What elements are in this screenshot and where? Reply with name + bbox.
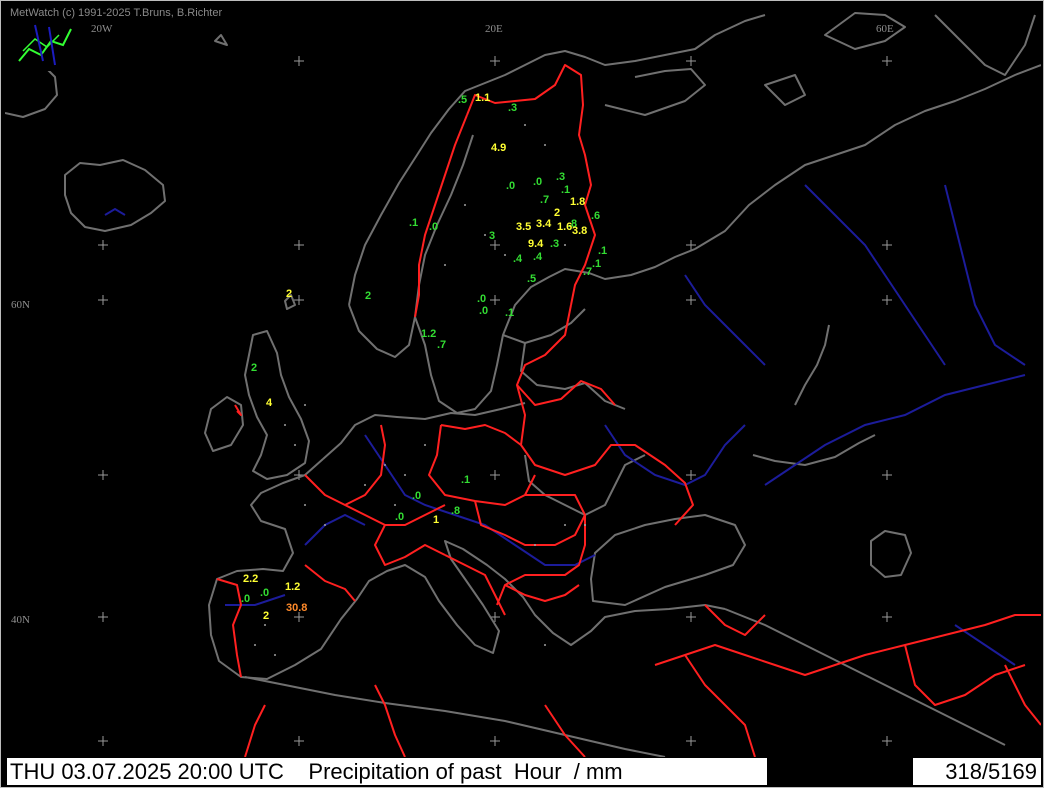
grid-label-60n: 60N [11,299,30,311]
precip-value: 9.4 [528,238,544,250]
grid-label-20e: 20E [485,23,503,35]
precip-value: 2 [251,362,257,374]
precip-value: 3.4 [536,218,552,230]
precip-value: .0 [479,305,488,317]
precip-value: 1.2 [285,581,300,593]
grid-label-60e: 60E [876,23,894,35]
status-gap [767,758,909,785]
precip-value: .3 [550,238,559,250]
precip-value: 1.1 [475,92,490,104]
precip-value: 3.5 [516,221,531,233]
precip-value: .7 [437,339,446,351]
precip-value: .0 [429,221,438,233]
precip-value: .1 [598,245,607,257]
precip-value: .4 [513,253,523,265]
precip-value: .5 [458,94,467,106]
grid-label-40n: 40N [11,614,30,626]
precip-value: 1.6 [557,221,572,233]
precip-value: 2 [263,610,269,622]
precip-value: .0 [477,293,486,305]
status-bar: THU 03.07.2025 20:00 UTC Precipitation o… [5,758,1041,786]
status-main: THU 03.07.2025 20:00 UTC Precipitation o… [7,758,768,785]
precip-value: .1 [505,307,514,319]
precip-value: 2 [365,290,371,302]
precip-value: 30.8 [286,602,307,614]
precip-value: 1.2 [421,328,436,340]
precip-value: 1 [433,514,439,526]
precip-value: .0 [412,490,421,502]
precip-value: .0 [506,180,515,192]
precip-value: .8 [451,505,460,517]
country-borders [216,64,1041,757]
precip-value: .0 [260,587,269,599]
precip-value: .3 [508,102,517,114]
coastlines [5,12,1041,757]
precip-value: .0 [533,176,542,188]
precip-value: 2.2 [243,573,258,585]
status-counter: 318/5169 [913,758,1041,785]
precip-value: .4 [533,251,543,263]
precip-value: .1 [561,184,570,196]
precip-value: .0 [395,511,404,523]
precip-value: .1 [409,217,418,229]
precip-value: .7 [540,194,549,206]
station-dots [254,124,586,656]
status-datetime: THU 03.07.2025 20:00 UTC [10,759,284,784]
grid-label-20w: 20W [91,23,113,35]
precip-value: 3.8 [572,225,587,237]
precip-value: .1 [461,474,470,486]
precip-value: .3 [556,171,565,183]
precip-value: .6 [591,210,600,222]
precipitation-map[interactable]: 20W 20E 60E 60N 40N .5 1.1.34.9.0 .0 .3.… [5,5,1041,757]
metwatch-logo [15,21,72,71]
observation-values: .5 1.1.34.9.0.0.3.7.11.82.6.8.1.0 3.5 3.4 1.… [241,92,607,622]
precip-value: 3 [489,230,495,242]
precip-value: .7 [583,266,592,278]
precip-value: 1.8 [570,196,585,208]
map-window: 20W 20E 60E 60N 40N .5 1.1 .3 4.9 .0 .0 … [0,0,1044,788]
precip-value: 4 [266,397,273,409]
precip-value: 2 [286,288,292,300]
status-product: Precipitation of past Hour / mm [308,759,623,784]
precip-value: .0 [241,593,250,605]
precip-value: .1 [592,258,601,270]
precip-value: 4.9 [491,142,506,154]
precip-value: .5 [527,273,536,285]
credit-text: MetWatch (c) 1991-2025 T.Bruns, B.Richte… [10,7,223,19]
precip-value: 2 [554,207,560,219]
